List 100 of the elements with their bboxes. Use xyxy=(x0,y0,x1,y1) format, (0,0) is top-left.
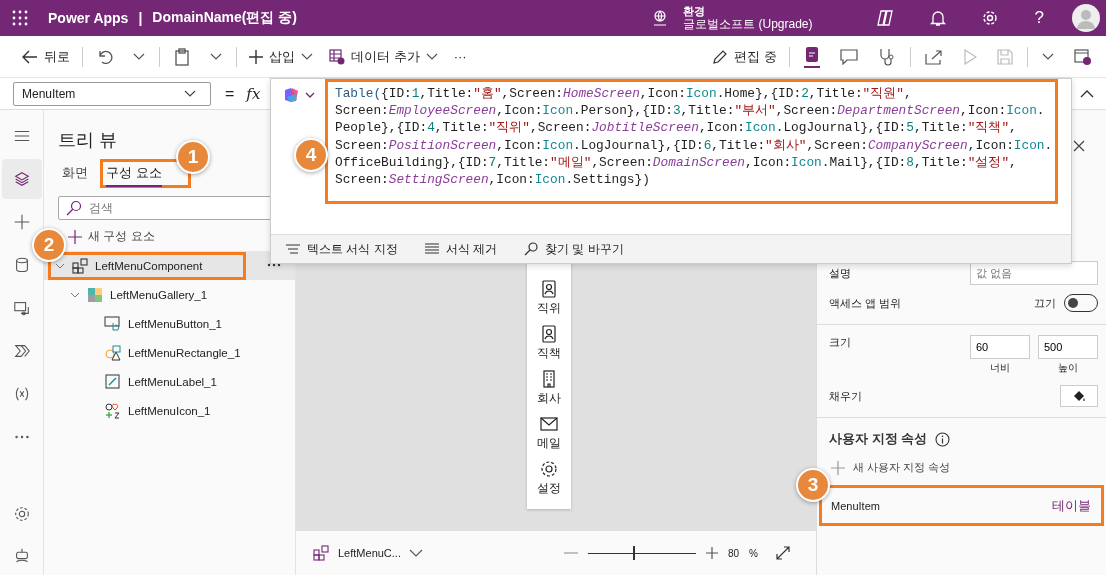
title-separator: | xyxy=(138,10,143,26)
pencil-icon xyxy=(104,372,122,391)
plus-icon xyxy=(249,49,263,64)
chevron-down-icon[interactable] xyxy=(210,52,222,61)
clear-button[interactable]: 서식 제거 xyxy=(417,239,503,259)
shapes-icon xyxy=(104,343,122,362)
close-icon[interactable] xyxy=(1073,140,1085,152)
blocks-icon xyxy=(312,544,330,562)
arrow-left-icon xyxy=(22,49,38,64)
pencil-icon xyxy=(712,48,729,65)
plus-icon xyxy=(831,460,845,475)
property-dropdown[interactable]: MenuItem xyxy=(13,81,211,106)
item-label: LeftMenuButton_1 xyxy=(128,317,222,330)
stethoscope-icon[interactable] xyxy=(878,47,896,66)
rail-tree-icon[interactable] xyxy=(1,158,42,199)
chevron-down-icon xyxy=(409,549,423,557)
building-icon xyxy=(540,370,558,388)
app-name: Power Apps xyxy=(48,10,129,26)
fill-color-button[interactable] xyxy=(1060,385,1098,407)
custom-property-name[interactable]: MenuItem xyxy=(831,499,880,512)
item-label: LeftMenuLabel_1 xyxy=(128,375,217,388)
mail-icon xyxy=(540,415,558,433)
more-button[interactable]: ··· xyxy=(449,45,471,68)
new-custom-property-button[interactable]: 새 사용자 지정 속성 xyxy=(831,456,951,479)
new-component-button[interactable]: 새 구성 요소 xyxy=(68,224,155,249)
code-line[interactable]: Screen:EmployeeScreen,Icon:Icon.Person},{ID:3,Title:"부서",Screen:DepartmentScreen,Icon:Icon. xyxy=(335,102,1045,120)
contact-icon xyxy=(540,280,558,298)
undo-icon[interactable] xyxy=(97,48,113,65)
plus-icon xyxy=(68,229,82,244)
zoom-in-icon[interactable] xyxy=(705,547,718,559)
chevron-down-icon xyxy=(301,52,313,61)
code-line[interactable]: Screen:SettingScreen,Icon:Icon.Settings}) xyxy=(335,171,650,189)
environment-label: 환경 xyxy=(683,5,707,18)
tree-item[interactable]: LeftMenuLabel_1 xyxy=(44,367,295,396)
toggle-state: 끄기 xyxy=(1034,295,1056,311)
chevron-down-icon[interactable] xyxy=(1042,52,1054,61)
avatar-icon[interactable] xyxy=(1072,4,1100,32)
zoom-unit: % xyxy=(749,547,758,559)
tree-item[interactable]: LeftMenuButton_1 xyxy=(44,309,295,338)
equals-sign: = xyxy=(225,84,235,103)
pointer-icon xyxy=(104,314,122,333)
search-icon xyxy=(66,200,82,216)
blocks-icon xyxy=(71,256,89,275)
code-line[interactable]: People},{ID:4,Title:"직위",Screen:JobtitleScreen,Icon:Icon.LogJournal},{ID:5,Title:"직책", xyxy=(335,119,1017,137)
slider-thumb[interactable] xyxy=(633,546,636,560)
grid-icon xyxy=(86,285,104,304)
tree-item[interactable]: LeftMenuRectangle_1 xyxy=(44,338,295,367)
menu-label: 회사 xyxy=(537,390,561,407)
document-title: DomainName(편집 중) xyxy=(152,9,297,27)
expand-icon[interactable] xyxy=(776,546,790,560)
environment-name[interactable]: 글로벌소프트 (Upgrade) xyxy=(683,18,813,31)
info-icon[interactable] xyxy=(935,431,951,447)
app-launcher-icon[interactable] xyxy=(12,10,28,26)
tab[interactable]: 구성 요소 xyxy=(106,159,162,187)
custom-property-type: 테이블 xyxy=(1052,496,1091,515)
tab[interactable]: 화면 xyxy=(62,159,88,187)
share-icon[interactable] xyxy=(925,48,943,65)
property-label: 채우기 xyxy=(829,388,863,404)
edit-mode-button[interactable]: 편집 중 xyxy=(708,43,781,70)
lines-icon xyxy=(423,242,440,256)
property-label: 크기 xyxy=(829,335,852,350)
rail-settings-icon[interactable] xyxy=(12,504,31,523)
menu-label: 직위 xyxy=(537,300,561,317)
menu-label: 메일 xyxy=(537,435,561,452)
fx-label: fx xyxy=(246,84,261,103)
item-label: LeftMenuRectangle_1 xyxy=(128,346,241,359)
field-caption: 너비 xyxy=(990,361,1010,375)
symbols-icon xyxy=(104,401,122,420)
chevron-down-icon[interactable] xyxy=(305,92,315,98)
chevron-down-icon xyxy=(425,52,438,61)
component-selector[interactable]: LeftMenuC... xyxy=(312,544,423,562)
zoom-value: 80 xyxy=(727,547,740,559)
clipboard-icon[interactable] xyxy=(174,47,190,66)
code-line[interactable]: OfficeBuilding},{ID:7,Title:"메일",Screen:DomainScreen,Icon:Icon.Mail},{ID:8,Title:"설정", xyxy=(335,153,1017,171)
item-label: LeftMenuGallery_1 xyxy=(110,288,208,301)
settings-icon[interactable] xyxy=(980,9,999,27)
tree-item[interactable]: LeftMenuComponent xyxy=(44,251,295,280)
notification-icon[interactable] xyxy=(928,9,947,27)
width-field[interactable]: 60 xyxy=(970,335,1030,359)
code-line[interactable]: Table({ID:1,Title:"홈",Screen:HomeScreen,Icon:Icon.Home},{ID:2,Title:"직원", xyxy=(335,85,912,103)
menu-label: 설정 xyxy=(537,480,561,497)
document-icon[interactable] xyxy=(804,45,820,68)
tree-item[interactable]: LeftMenuGallery_1 xyxy=(44,280,295,309)
help-button[interactable]: ? xyxy=(1034,8,1044,28)
code-line[interactable]: Screen:PositionScreen,Icon:Icon.LogJournal},{ID:6,Title:"회사",Screen:CompanyScreen,Icon:Icon. xyxy=(335,136,1053,154)
add-data-button[interactable]: 데이터 추가 xyxy=(325,43,442,70)
chevron-up-icon[interactable] xyxy=(1080,89,1094,98)
property-label: 설명 xyxy=(829,265,852,281)
chevron-down-icon[interactable] xyxy=(133,52,145,61)
section-title: 사용자 지정 속성 xyxy=(829,430,928,448)
insert-button[interactable]: 삽입 xyxy=(245,43,317,70)
back-button[interactable]: 뒤로 xyxy=(18,43,74,70)
field-caption: 높이 xyxy=(1058,361,1078,375)
publish-icon[interactable] xyxy=(1074,47,1092,66)
comment-icon[interactable] xyxy=(840,48,858,65)
tree-item[interactable]: LeftMenuIcon_1 xyxy=(44,396,295,425)
height-field[interactable]: 500 xyxy=(1038,335,1098,359)
search-icon xyxy=(523,242,539,256)
lines-icon xyxy=(285,242,301,256)
find-button[interactable]: 찾기 및 바꾸기 xyxy=(517,239,630,259)
